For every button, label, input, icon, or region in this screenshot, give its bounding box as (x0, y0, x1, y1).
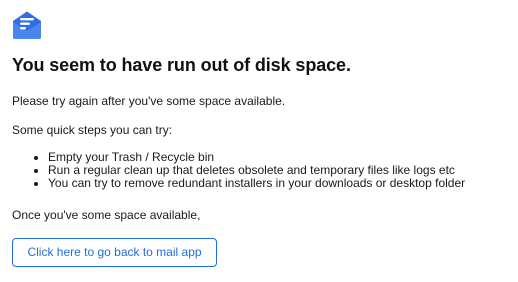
steps-list: Empty your Trash / Recycle bin Run a reg… (32, 151, 465, 190)
error-message: Please try again after you've some space… (12, 94, 286, 108)
closing-text: Once you've some space available, (12, 208, 201, 222)
back-to-mail-button[interactable]: Click here to go back to mail app (12, 238, 217, 267)
steps-intro: Some quick steps you can try: (12, 123, 173, 137)
page-title: You seem to have run out of disk space. (12, 55, 351, 75)
step-item-remove-installers: You can try to remove redundant installe… (48, 177, 465, 190)
app-logo-icon (11, 10, 43, 40)
